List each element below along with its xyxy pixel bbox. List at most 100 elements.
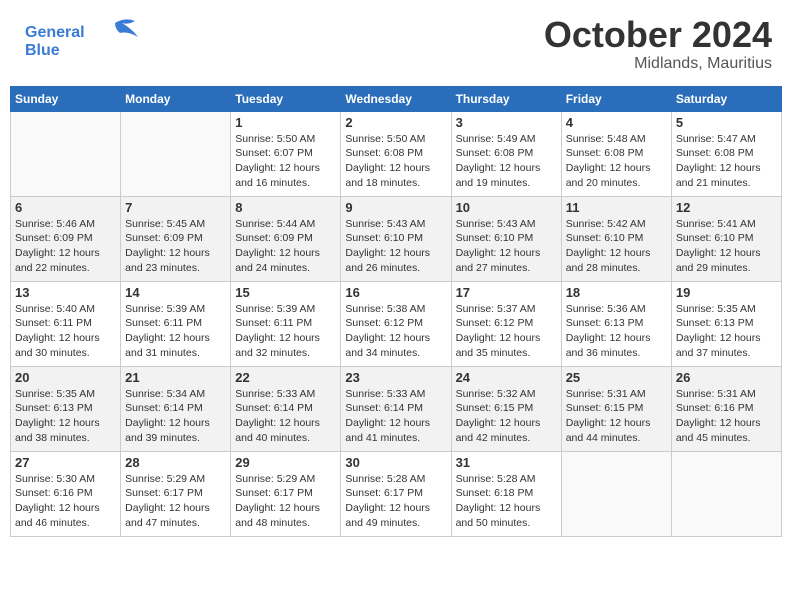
calendar-cell: 23 Sunrise: 5:33 AMSunset: 6:14 PMDayligh… xyxy=(341,366,451,451)
calendar-cell: 3 Sunrise: 5:49 AMSunset: 6:08 PMDaylight… xyxy=(451,111,561,196)
day-info: Sunrise: 5:39 AMSunset: 6:11 PMDaylight:… xyxy=(235,302,336,361)
day-number: 24 xyxy=(456,370,557,385)
calendar-cell: 14 Sunrise: 5:39 AMSunset: 6:11 PMDayligh… xyxy=(121,281,231,366)
calendar-cell: 29Sunrise: 5:29 AMSunset: 6:17 PMDayligh… xyxy=(231,451,341,536)
calendar-week-row: 20 Sunrise: 5:35 AMSunset: 6:13 PMDayligh… xyxy=(11,366,782,451)
day-info: Sunrise: 5:41 AMSunset: 6:10 PMDaylight:… xyxy=(676,217,777,276)
weekday-header-friday: Friday xyxy=(561,86,671,111)
day-info: Sunrise: 5:45 AMSunset: 6:09 PMDaylight:… xyxy=(125,217,226,276)
day-info: Sunrise: 5:31 AMSunset: 6:15 PMDaylight:… xyxy=(566,387,667,446)
calendar-cell: 10Sunrise: 5:43 AMSunset: 6:10 PMDayligh… xyxy=(451,196,561,281)
calendar-cell: 15 Sunrise: 5:39 AMSunset: 6:11 PMDayligh… xyxy=(231,281,341,366)
day-info: Sunrise: 5:28 AMSunset: 6:18 PMDaylight:… xyxy=(456,472,557,531)
day-number: 14 xyxy=(125,285,226,300)
weekday-header-monday: Monday xyxy=(121,86,231,111)
day-info: Sunrise: 5:29 AMSunset: 6:17 PMDaylight:… xyxy=(125,472,226,531)
day-number: 26 xyxy=(676,370,777,385)
calendar-cell: 25Sunrise: 5:31 AMSunset: 6:15 PMDayligh… xyxy=(561,366,671,451)
day-info: Sunrise: 5:35 AMSunset: 6:13 PMDaylight:… xyxy=(15,387,116,446)
day-info: Sunrise: 5:35 AMSunset: 6:13 PMDaylight:… xyxy=(676,302,777,361)
day-info: Sunrise: 5:37 AMSunset: 6:12 PMDaylight:… xyxy=(456,302,557,361)
calendar-cell xyxy=(561,451,671,536)
day-info: Sunrise: 5:34 AMSunset: 6:14 PMDaylight:… xyxy=(125,387,226,446)
day-info: Sunrise: 5:42 AMSunset: 6:10 PMDaylight:… xyxy=(566,217,667,276)
calendar-week-row: 1Sunrise: 5:50 AMSunset: 6:07 PMDaylight… xyxy=(11,111,782,196)
calendar-cell xyxy=(121,111,231,196)
svg-text:General: General xyxy=(25,24,85,41)
calendar-cell: 26Sunrise: 5:31 AMSunset: 6:16 PMDayligh… xyxy=(671,366,781,451)
calendar-cell: 13Sunrise: 5:40 AMSunset: 6:11 PMDayligh… xyxy=(11,281,121,366)
calendar-cell: 31 Sunrise: 5:28 AMSunset: 6:18 PMDayligh… xyxy=(451,451,561,536)
calendar-cell: 21 Sunrise: 5:34 AMSunset: 6:14 PMDayligh… xyxy=(121,366,231,451)
day-number: 30 xyxy=(345,455,446,470)
day-number: 10 xyxy=(456,200,557,215)
day-info: Sunrise: 5:30 AMSunset: 6:16 PMDaylight:… xyxy=(15,472,116,531)
day-info: Sunrise: 5:50 AMSunset: 6:07 PMDaylight:… xyxy=(235,132,336,191)
day-number: 16 xyxy=(345,285,446,300)
day-number: 31 xyxy=(456,455,557,470)
day-number: 4 xyxy=(566,115,667,130)
calendar-week-row: 27 Sunrise: 5:30 AMSunset: 6:16 PMDayligh… xyxy=(11,451,782,536)
day-info: Sunrise: 5:43 AMSunset: 6:10 PMDaylight:… xyxy=(345,217,446,276)
title-block: October 2024 Midlands, Mauritius xyxy=(544,15,772,73)
day-number: 8 xyxy=(235,200,336,215)
day-info: Sunrise: 5:33 AMSunset: 6:14 PMDaylight:… xyxy=(235,387,336,446)
day-number: 7 xyxy=(125,200,226,215)
weekday-header-saturday: Saturday xyxy=(671,86,781,111)
calendar-cell: 28 Sunrise: 5:29 AMSunset: 6:17 PMDayligh… xyxy=(121,451,231,536)
day-info: Sunrise: 5:39 AMSunset: 6:11 PMDaylight:… xyxy=(125,302,226,361)
calendar-cell: 11 Sunrise: 5:42 AMSunset: 6:10 PMDayligh… xyxy=(561,196,671,281)
logo-text: General Blue xyxy=(20,15,140,70)
day-info: Sunrise: 5:47 AMSunset: 6:08 PMDaylight:… xyxy=(676,132,777,191)
day-number: 23 xyxy=(345,370,446,385)
calendar-cell: 20 Sunrise: 5:35 AMSunset: 6:13 PMDayligh… xyxy=(11,366,121,451)
day-number: 15 xyxy=(235,285,336,300)
day-info: Sunrise: 5:32 AMSunset: 6:15 PMDaylight:… xyxy=(456,387,557,446)
weekday-header-sunday: Sunday xyxy=(11,86,121,111)
calendar-cell: 24 Sunrise: 5:32 AMSunset: 6:15 PMDayligh… xyxy=(451,366,561,451)
calendar-cell: 30 Sunrise: 5:28 AMSunset: 6:17 PMDayligh… xyxy=(341,451,451,536)
weekday-header-wednesday: Wednesday xyxy=(341,86,451,111)
day-number: 5 xyxy=(676,115,777,130)
calendar-cell xyxy=(671,451,781,536)
day-number: 27 xyxy=(15,455,116,470)
day-info: Sunrise: 5:49 AMSunset: 6:08 PMDaylight:… xyxy=(456,132,557,191)
calendar-cell: 4 Sunrise: 5:48 AMSunset: 6:08 PMDaylight… xyxy=(561,111,671,196)
calendar-week-row: 13Sunrise: 5:40 AMSunset: 6:11 PMDayligh… xyxy=(11,281,782,366)
day-info: Sunrise: 5:38 AMSunset: 6:12 PMDaylight:… xyxy=(345,302,446,361)
calendar-cell: 19 Sunrise: 5:35 AMSunset: 6:13 PMDayligh… xyxy=(671,281,781,366)
month-title: October 2024 xyxy=(544,15,772,55)
calendar-cell: 2Sunrise: 5:50 AMSunset: 6:08 PMDaylight… xyxy=(341,111,451,196)
calendar-cell: 22 Sunrise: 5:33 AMSunset: 6:14 PMDayligh… xyxy=(231,366,341,451)
page-header: General Blue October 2024 Midlands, Maur… xyxy=(10,10,782,78)
day-info: Sunrise: 5:44 AMSunset: 6:09 PMDaylight:… xyxy=(235,217,336,276)
calendar-cell: 6Sunrise: 5:46 AMSunset: 6:09 PMDaylight… xyxy=(11,196,121,281)
calendar-cell: 27 Sunrise: 5:30 AMSunset: 6:16 PMDayligh… xyxy=(11,451,121,536)
calendar-cell: 12 Sunrise: 5:41 AMSunset: 6:10 PMDayligh… xyxy=(671,196,781,281)
day-info: Sunrise: 5:28 AMSunset: 6:17 PMDaylight:… xyxy=(345,472,446,531)
day-number: 19 xyxy=(676,285,777,300)
calendar-cell xyxy=(11,111,121,196)
day-number: 9 xyxy=(345,200,446,215)
day-info: Sunrise: 5:29 AMSunset: 6:17 PMDaylight:… xyxy=(235,472,336,531)
day-number: 20 xyxy=(15,370,116,385)
day-info: Sunrise: 5:46 AMSunset: 6:09 PMDaylight:… xyxy=(15,217,116,276)
day-number: 28 xyxy=(125,455,226,470)
calendar-cell: 8 Sunrise: 5:44 AMSunset: 6:09 PMDaylight… xyxy=(231,196,341,281)
day-number: 22 xyxy=(235,370,336,385)
day-info: Sunrise: 5:33 AMSunset: 6:14 PMDaylight:… xyxy=(345,387,446,446)
day-info: Sunrise: 5:48 AMSunset: 6:08 PMDaylight:… xyxy=(566,132,667,191)
day-number: 11 xyxy=(566,200,667,215)
day-number: 2 xyxy=(345,115,446,130)
day-number: 21 xyxy=(125,370,226,385)
day-number: 18 xyxy=(566,285,667,300)
svg-text:Blue: Blue xyxy=(25,42,60,59)
calendar-cell: 7 Sunrise: 5:45 AMSunset: 6:09 PMDaylight… xyxy=(121,196,231,281)
day-number: 3 xyxy=(456,115,557,130)
day-number: 12 xyxy=(676,200,777,215)
day-info: Sunrise: 5:36 AMSunset: 6:13 PMDaylight:… xyxy=(566,302,667,361)
calendar-cell: 1Sunrise: 5:50 AMSunset: 6:07 PMDaylight… xyxy=(231,111,341,196)
calendar-week-row: 6Sunrise: 5:46 AMSunset: 6:09 PMDaylight… xyxy=(11,196,782,281)
day-number: 13 xyxy=(15,285,116,300)
calendar-cell: 17Sunrise: 5:37 AMSunset: 6:12 PMDayligh… xyxy=(451,281,561,366)
